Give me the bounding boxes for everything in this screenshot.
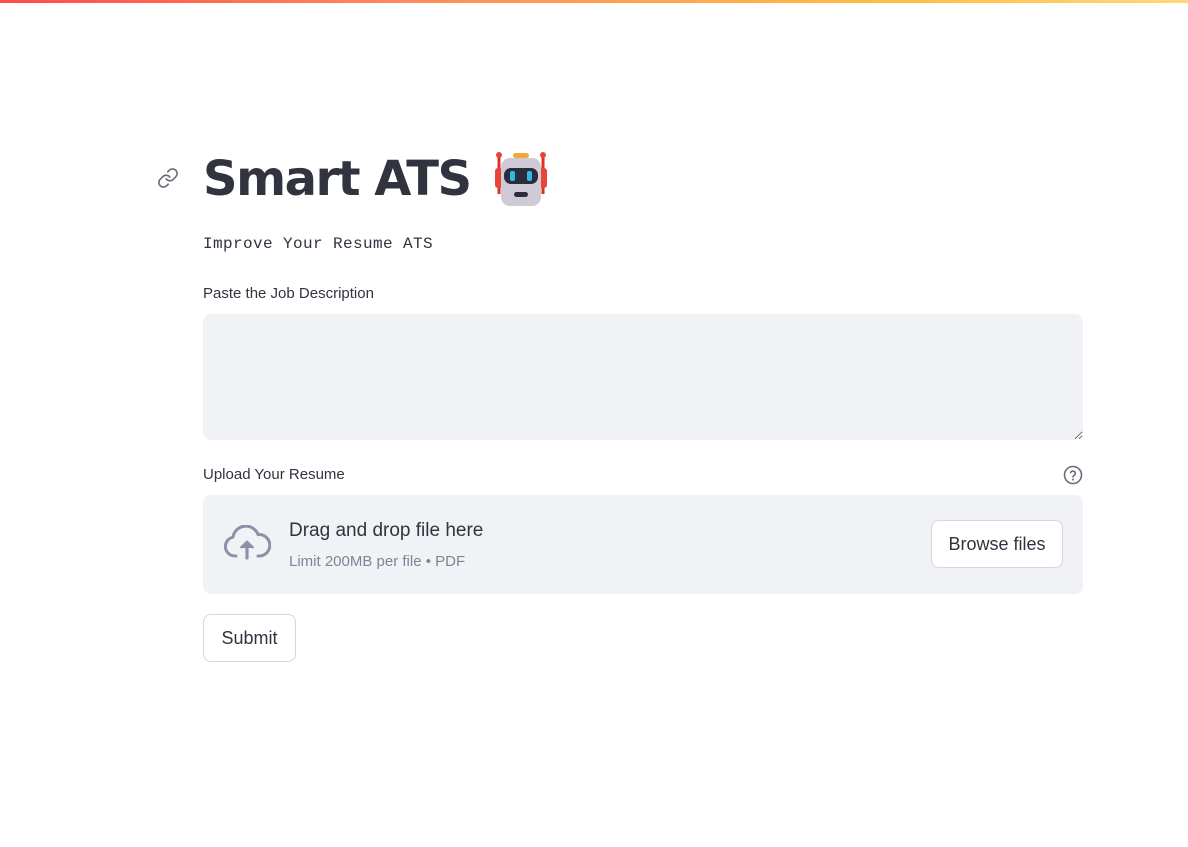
help-icon[interactable]	[1063, 465, 1083, 485]
dropzone-limit-text: Limit 200MB per file • PDF	[289, 553, 466, 570]
page-title: Smart ATS	[203, 151, 472, 207]
robot-face-icon	[493, 150, 549, 208]
browse-files-button[interactable]: Browse files	[931, 520, 1063, 568]
page-header: Smart ATS	[203, 148, 549, 210]
job-description-input[interactable]	[203, 314, 1083, 440]
job-description-label: Paste the Job Description	[203, 285, 374, 302]
file-dropzone[interactable]: Drag and drop file here Limit 200MB per …	[203, 495, 1083, 594]
top-decoration-bar	[0, 0, 1188, 3]
submit-button[interactable]: Submit	[203, 614, 296, 662]
dropzone-title: Drag and drop file here	[289, 520, 484, 541]
page-subtitle: Improve Your Resume ATS	[203, 235, 434, 253]
resume-upload-label: Upload Your Resume	[203, 466, 345, 483]
cloud-upload-icon	[223, 524, 272, 561]
link-icon[interactable]	[157, 167, 179, 189]
